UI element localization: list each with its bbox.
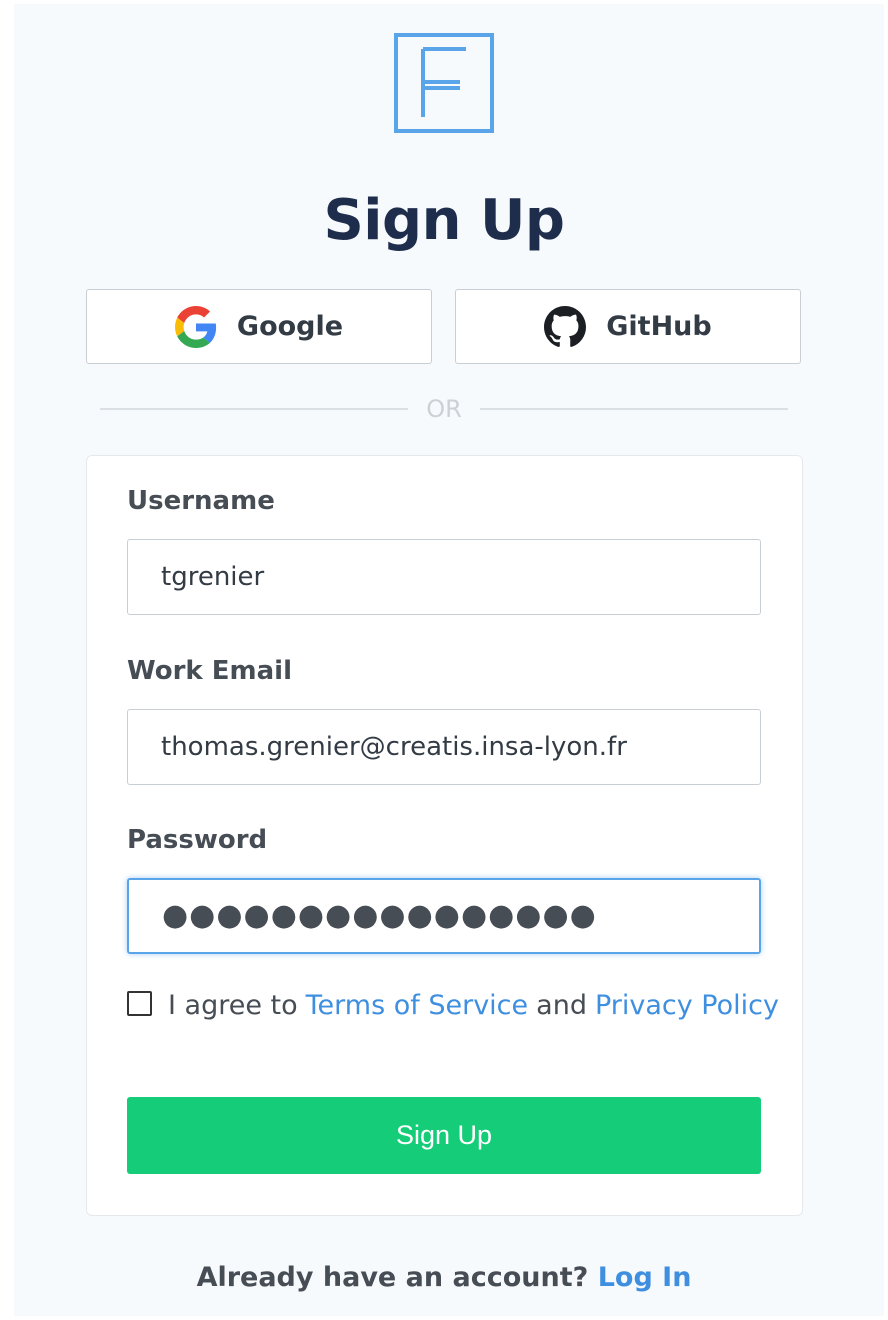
f-logo-icon (394, 33, 494, 133)
login-prompt-text: Already have an account? (196, 1262, 589, 1293)
divider-line-left (100, 408, 409, 410)
divider-line-right (479, 408, 789, 410)
or-divider: OR (100, 392, 789, 426)
login-link[interactable]: Log In (598, 1262, 692, 1293)
email-input[interactable] (127, 709, 761, 785)
password-input[interactable]: ●●●●●●●●●●●●●●●● (127, 878, 761, 954)
password-label: Password (127, 825, 268, 855)
divider-text: OR (426, 395, 462, 423)
signup-submit-button[interactable]: Sign Up (127, 1097, 761, 1174)
terms-agreement: I agree to Terms of Service and Privacy … (127, 990, 779, 1021)
signup-form-card: Username Work Email Password ●●●●●●●●●●●… (86, 455, 803, 1216)
agree-conjunction: and (536, 990, 587, 1021)
username-label: Username (127, 486, 275, 516)
github-label: GitHub (606, 311, 712, 342)
username-input[interactable] (127, 539, 761, 615)
agree-prefix: I agree to (168, 990, 298, 1021)
login-prompt: Already have an account? Log In (0, 1262, 888, 1293)
terms-checkbox[interactable] (127, 991, 152, 1016)
google-signup-button[interactable]: Google (86, 289, 432, 364)
page-title: Sign Up (323, 188, 565, 253)
github-signup-button[interactable]: GitHub (455, 289, 801, 364)
email-label: Work Email (127, 656, 293, 686)
google-label: Google (236, 311, 344, 342)
google-icon (174, 305, 217, 348)
terms-of-service-link[interactable]: Terms of Service (306, 990, 529, 1021)
github-icon (544, 305, 587, 348)
privacy-policy-link[interactable]: Privacy Policy (595, 990, 779, 1021)
